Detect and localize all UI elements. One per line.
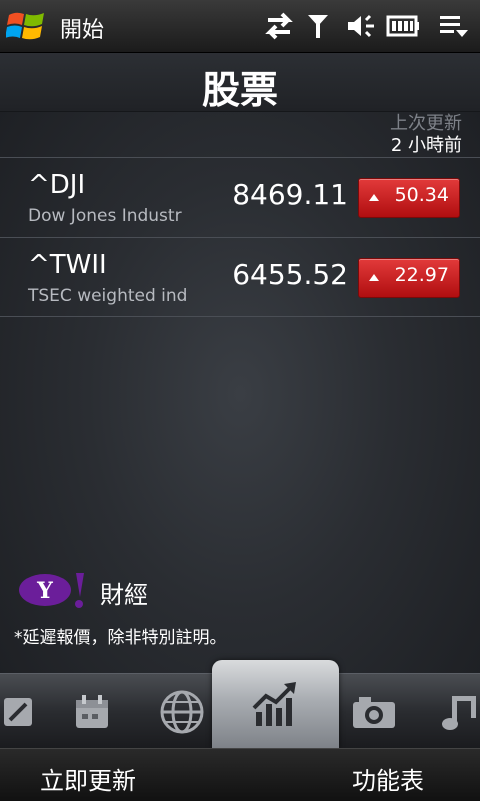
change-value: 50.34 [394, 184, 449, 206]
refresh-now-button[interactable]: 立即更新 [40, 761, 136, 796]
last-update-label: 上次更新 [390, 113, 462, 134]
change-badge: 22.97 [358, 258, 460, 298]
tab-music[interactable] [420, 674, 480, 749]
stock-symbol: ^DJI [28, 170, 86, 200]
signal-icon[interactable] [306, 12, 330, 40]
start-label[interactable]: 開始 [60, 12, 104, 44]
divider [0, 316, 480, 317]
tab-camera[interactable] [334, 674, 414, 749]
stocks-chart-icon [252, 682, 296, 726]
up-arrow-icon [369, 194, 379, 201]
title-bar: 股票 [0, 53, 480, 112]
music-icon [442, 695, 476, 730]
data-sync-icon[interactable] [262, 12, 296, 40]
globe-icon [160, 690, 204, 733]
tab-stocks[interactable] [212, 660, 339, 748]
up-arrow-icon [369, 274, 379, 281]
stock-price: 6455.52 [232, 258, 348, 291]
menu-icon[interactable] [438, 12, 470, 40]
battery-icon[interactable] [386, 12, 420, 40]
stock-symbol: ^TWII [28, 250, 107, 280]
stock-price: 8469.11 [232, 178, 348, 211]
stock-row[interactable]: ^DJI Dow Jones Industr 8469.11 50.34 [0, 157, 480, 237]
calendar-icon [76, 694, 108, 728]
tab-notes[interactable] [0, 674, 58, 749]
svg-text:Y: Y [36, 578, 53, 604]
tab-calendar[interactable] [52, 674, 132, 749]
status-bar: 開始 [0, 0, 480, 53]
last-update: 上次更新 2 小時前 [390, 113, 462, 157]
provider-label: 財經 [100, 581, 148, 609]
stocks-panel: 股票 上次更新 2 小時前 ^DJI Dow Jones Industr 846… [0, 53, 480, 673]
stock-row[interactable]: ^TWII TSEC weighted ind 6455.52 22.97 [0, 237, 480, 317]
delay-note: *延遲報價，除非特別註明。 [14, 628, 227, 648]
tab-internet[interactable] [142, 674, 222, 749]
softkey-bar: 立即更新 功能表 [0, 748, 480, 801]
menu-button[interactable]: 功能表 [352, 761, 424, 796]
stock-name: Dow Jones Industr [28, 206, 182, 226]
notes-icon [4, 697, 32, 726]
camera-icon [353, 696, 395, 728]
last-update-value: 2 小時前 [390, 135, 462, 156]
change-value: 22.97 [394, 264, 449, 286]
change-badge: 50.34 [358, 178, 460, 218]
yahoo-logo[interactable]: Y [18, 571, 88, 609]
windows-logo[interactable] [6, 9, 46, 43]
volume-icon[interactable] [346, 12, 378, 40]
stock-name: TSEC weighted ind [28, 286, 188, 306]
page-title: 股票 [201, 68, 278, 112]
